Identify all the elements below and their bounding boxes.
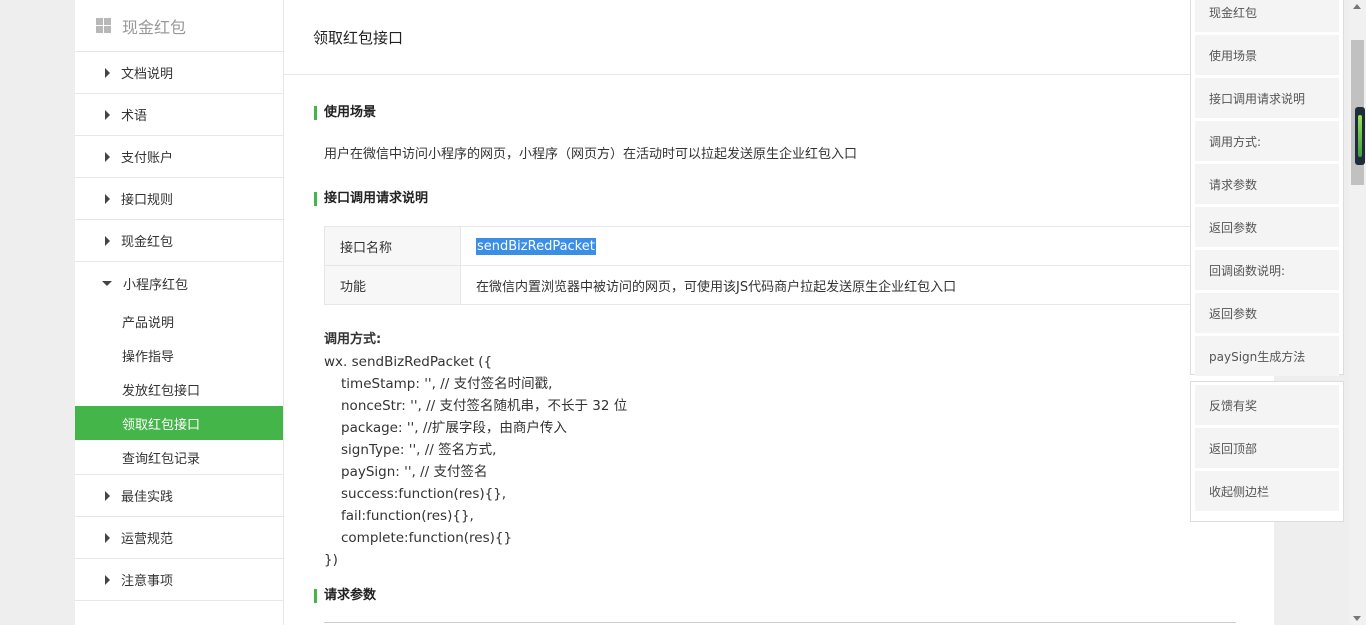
api-table: 接口名称 sendBizRedPacket 功能 在微信内置浏览器中被访问的网页… [324, 226, 1244, 305]
call-method-title: 调用方式: [324, 332, 382, 347]
sidebar-item-notes[interactable]: 注意事项 [75, 559, 283, 601]
sidebar-header: 现金红包 [75, 0, 283, 52]
code-line: timeStamp: '', // 支付签名时间戳, [341, 376, 553, 392]
sidebar-item-best-practice[interactable]: 最佳实践 [75, 475, 283, 517]
sidebar-item-label: 最佳实践 [121, 490, 174, 505]
table-key: 功能 [324, 265, 461, 305]
sidebar-header-label: 现金红包 [122, 17, 187, 37]
code-line: package: '', //扩展字段，由商户传入 [341, 420, 567, 436]
code-line: nonceStr: '', // 支付签名随机串，不长于 32 位 [341, 398, 628, 414]
grid-icon [96, 18, 111, 33]
right-nav-item[interactable]: 回调函数说明: [1195, 250, 1339, 290]
table-row: 功能 在微信内置浏览器中被访问的网页，可使用该JS代码商户拉起发送原生企业红包入… [324, 265, 1244, 305]
section-title-usage: 使用场景 [314, 106, 376, 120]
sidebar-sub-guide[interactable]: 操作指导 [75, 338, 283, 372]
sidebar-item-label: 运营规范 [121, 532, 174, 547]
sidebar-sub-receive-api[interactable]: 领取红包接口 [75, 406, 283, 440]
collapse-sidebar-button[interactable]: 收起侧边栏 [1195, 471, 1339, 511]
sidebar-item-label: 支付账户 [121, 151, 174, 166]
page-title: 领取红包接口 [284, 0, 1274, 75]
sidebar-sub-send-api[interactable]: 发放红包接口 [75, 372, 283, 406]
sidebar-item-label: 文档说明 [121, 67, 174, 82]
sidebar-item-operation[interactable]: 运营规范 [75, 517, 283, 559]
sidebar-item-label: 注意事项 [121, 574, 174, 589]
caret-right-icon [105, 193, 110, 204]
sidebar-item-cash-redpacket[interactable]: 现金红包 [75, 220, 283, 262]
right-nav-item[interactable]: 调用方式: [1195, 121, 1339, 161]
caret-down-icon [102, 280, 112, 286]
right-nav-item[interactable]: 返回参数 [1195, 207, 1339, 247]
call-method-block: 调用方式: wx. sendBizRedPacket ({ timeStamp:… [324, 328, 627, 571]
table-value: 在微信内置浏览器中被访问的网页，可使用该JS代码商户拉起发送原生企业红包入口 [460, 265, 1244, 305]
section-title-request: 接口调用请求说明 [314, 192, 428, 206]
sidebar-sub-product[interactable]: 产品说明 [75, 304, 283, 338]
right-nav-panel: 现金红包 使用场景 接口调用请求说明 调用方式: 请求参数 返回参数 回调函数说… [1190, 0, 1344, 376]
table-key: 接口名称 [324, 226, 461, 266]
right-nav-item[interactable]: paySign生成方法 [1195, 336, 1339, 376]
gadget-widget[interactable] [1355, 107, 1365, 165]
table-row: 接口名称 sendBizRedPacket [324, 226, 1244, 266]
code-line: paySign: '', // 支付签名 [341, 464, 488, 480]
sidebar-item-terms[interactable]: 术语 [75, 94, 283, 136]
right-actions-panel: 反馈有奖 返回顶部 收起侧边栏 [1190, 381, 1344, 522]
main-content: 领取红包接口 使用场景 用户在微信中访问小程序的网页，小程序（网页方）在活动时可… [284, 0, 1274, 625]
right-nav-item[interactable]: 返回参数 [1195, 293, 1339, 333]
code-line: success:function(res){}, [341, 486, 507, 502]
caret-right-icon [105, 490, 110, 501]
caret-right-icon [105, 151, 110, 162]
caret-right-icon [105, 532, 110, 543]
sidebar-sub-query[interactable]: 查询红包记录 [75, 440, 283, 475]
caret-right-icon [105, 109, 110, 120]
sidebar-item-account[interactable]: 支付账户 [75, 136, 283, 178]
sidebar-item-label: 术语 [121, 109, 148, 124]
code-line: wx. sendBizRedPacket ({ [324, 354, 493, 370]
code-line: fail:function(res){}, [341, 508, 474, 524]
sidebar-item-rules[interactable]: 接口规则 [75, 178, 283, 220]
usage-text: 用户在微信中访问小程序的网页，小程序（网页方）在活动时可以拉起发送原生企业红包入… [324, 147, 858, 162]
section-title-params: 请求参数 [314, 589, 376, 603]
caret-right-icon [105, 235, 110, 246]
back-to-top-button[interactable]: 返回顶部 [1195, 428, 1339, 468]
scrollbar[interactable] [1349, 0, 1366, 625]
code-line: }) [324, 552, 338, 568]
selected-text[interactable]: sendBizRedPacket [476, 237, 596, 255]
sidebar-item-label: 接口规则 [121, 193, 174, 208]
sidebar-item-label: 现金红包 [121, 235, 174, 250]
caret-right-icon [105, 574, 110, 585]
sidebar-group-miniprogram[interactable]: 小程序红包 [75, 262, 283, 304]
caret-right-icon [105, 67, 110, 78]
table-value: sendBizRedPacket [460, 226, 1244, 266]
sidebar-item-label: 小程序红包 [123, 277, 189, 293]
right-nav-item[interactable]: 使用场景 [1195, 35, 1339, 75]
table-divider [324, 622, 1236, 623]
right-nav-item[interactable]: 现金红包 [1195, 0, 1339, 32]
scroll-up-icon[interactable] [1353, 4, 1361, 9]
right-nav-item[interactable]: 请求参数 [1195, 164, 1339, 204]
sidebar-item-docs[interactable]: 文档说明 [75, 52, 283, 94]
code-line: complete:function(res){} [341, 530, 513, 546]
scroll-down-icon[interactable] [1353, 616, 1361, 621]
feedback-button[interactable]: 反馈有奖 [1195, 385, 1339, 425]
right-nav-item[interactable]: 接口调用请求说明 [1195, 78, 1339, 118]
left-sidebar: 现金红包 文档说明 术语 支付账户 接口规则 现金红包 小程序红包 产品说明 操… [75, 0, 284, 625]
code-line: signType: '', // 签名方式, [341, 442, 497, 458]
